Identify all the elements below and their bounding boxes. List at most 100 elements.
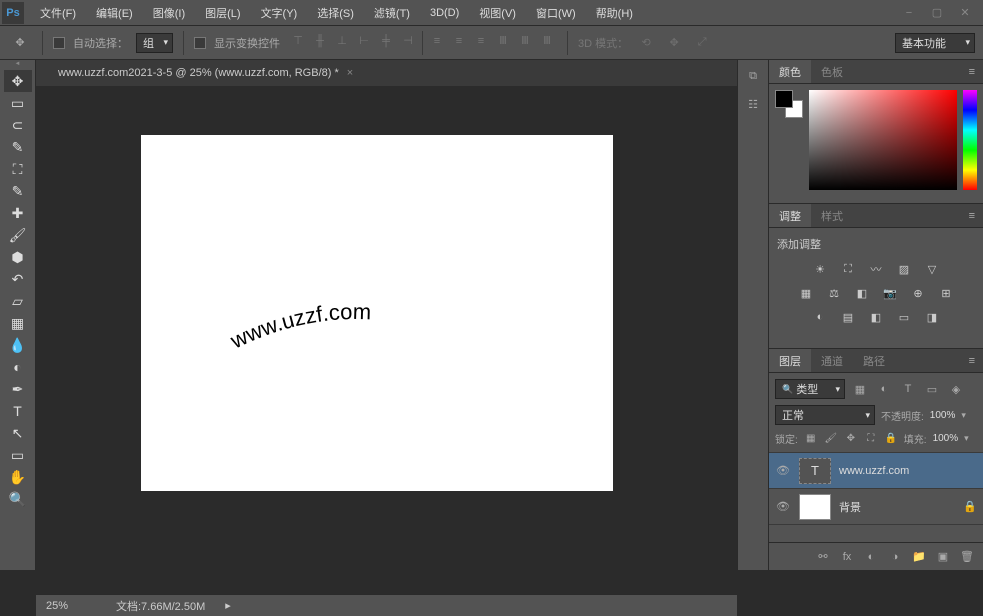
group-icon[interactable]: 📁	[911, 549, 927, 565]
menu-3d[interactable]: 3D(D)	[420, 0, 469, 25]
layer-item[interactable]: 👁 背景 🔒	[769, 489, 983, 525]
tab-adjustments[interactable]: 调整	[769, 204, 811, 227]
layer-thumbnail[interactable]: T	[799, 458, 831, 484]
adjustment-layer-icon[interactable]: ◑	[887, 549, 903, 565]
panel-menu-icon[interactable]: ≡	[961, 210, 983, 222]
tab-swatches[interactable]: 色板	[811, 60, 853, 83]
tab-color[interactable]: 颜色	[769, 60, 811, 83]
fill-value[interactable]: 100%	[933, 433, 959, 444]
color-field[interactable]	[809, 90, 957, 190]
menu-edit[interactable]: 编辑(E)	[86, 0, 143, 25]
auto-select-checkbox[interactable]	[53, 37, 65, 49]
filter-adjust-icon[interactable]: ◐	[875, 380, 893, 398]
filter-smart-icon[interactable]: ◈	[947, 380, 965, 398]
threshold-icon[interactable]: ◧	[867, 308, 885, 326]
layer-name[interactable]: 背景	[839, 499, 861, 515]
color-lookup-icon[interactable]: ⊞	[937, 284, 955, 302]
layer-filter-kind[interactable]: 类型	[775, 379, 845, 399]
distribute-bottom-icon[interactable]: ≡	[471, 31, 491, 51]
opacity-value[interactable]: 100%	[930, 410, 956, 421]
rectangle-tool[interactable]: ▭	[4, 444, 32, 466]
history-brush-tool[interactable]: ↶	[4, 268, 32, 290]
filter-pixel-icon[interactable]: ▦	[851, 380, 869, 398]
menu-type[interactable]: 文字(Y)	[251, 0, 308, 25]
distribute-hcenter-icon[interactable]: Ⅲ	[515, 31, 535, 51]
stamp-tool[interactable]: ⬢	[4, 246, 32, 268]
pan-3d-icon[interactable]: ✥	[664, 33, 684, 53]
minimize-button[interactable]: −	[901, 5, 917, 21]
move-tool[interactable]: ✥	[4, 70, 32, 92]
exposure-icon[interactable]: ▨	[895, 260, 913, 278]
menu-file[interactable]: 文件(F)	[30, 0, 86, 25]
filter-shape-icon[interactable]: ▭	[923, 380, 941, 398]
menu-help[interactable]: 帮助(H)	[586, 0, 643, 25]
blur-tool[interactable]: 💧	[4, 334, 32, 356]
selective-color-icon[interactable]: ◨	[923, 308, 941, 326]
levels-icon[interactable]: ⛶	[839, 260, 857, 278]
gradient-map-icon[interactable]: ▭	[895, 308, 913, 326]
blend-mode-select[interactable]: 正常	[775, 405, 875, 425]
document-info[interactable]: 文档:7.66M/2.50M	[116, 598, 205, 614]
brush-tool[interactable]: 🖌	[4, 224, 32, 246]
filter-type-icon[interactable]: T	[899, 380, 917, 398]
lock-all-icon[interactable]: 🔒	[884, 432, 898, 446]
distribute-right-icon[interactable]: Ⅲ	[537, 31, 557, 51]
menu-select[interactable]: 选择(S)	[307, 0, 364, 25]
photo-filter-icon[interactable]: 📷	[881, 284, 899, 302]
crop-tool[interactable]: ⛶	[4, 158, 32, 180]
distribute-left-icon[interactable]: Ⅲ	[493, 31, 513, 51]
history-panel-icon[interactable]: ⧉	[739, 64, 767, 88]
workspace-selector[interactable]: 基本功能	[895, 33, 975, 53]
document-tab[interactable]: www.uzzf.com2021-3-5 @ 25% (www.uzzf.com…	[46, 60, 365, 86]
new-layer-icon[interactable]: ▣	[935, 549, 951, 565]
layer-style-icon[interactable]: fx	[839, 549, 855, 565]
marquee-tool[interactable]: ▭	[4, 92, 32, 114]
layer-thumbnail[interactable]	[799, 494, 831, 520]
black-white-icon[interactable]: ◧	[853, 284, 871, 302]
close-button[interactable]: ✕	[957, 5, 973, 21]
align-left-icon[interactable]: ⊢	[354, 31, 374, 51]
foreground-color[interactable]	[775, 90, 793, 108]
close-tab-icon[interactable]: ×	[347, 67, 353, 79]
healing-tool[interactable]: ✚	[4, 202, 32, 224]
panel-menu-icon[interactable]: ≡	[961, 355, 983, 367]
align-bottom-icon[interactable]: ⊥	[332, 31, 352, 51]
align-top-icon[interactable]: ⊤	[288, 31, 308, 51]
color-balance-icon[interactable]: ⚖	[825, 284, 843, 302]
canvas[interactable]: www.uzzf.com	[141, 135, 613, 491]
menu-filter[interactable]: 滤镜(T)	[364, 0, 420, 25]
zoom-tool[interactable]: 🔍	[4, 488, 32, 510]
tab-paths[interactable]: 路径	[853, 349, 895, 372]
canvas-viewport[interactable]: www.uzzf.com	[36, 86, 737, 570]
link-layers-icon[interactable]: ⚯	[815, 549, 831, 565]
hue-slider[interactable]	[963, 90, 977, 190]
align-right-icon[interactable]: ⊣	[398, 31, 418, 51]
lock-pixels-icon[interactable]: 🖌	[824, 432, 838, 446]
delete-layer-icon[interactable]: 🗑	[959, 549, 975, 565]
toolbox-collapse[interactable]	[0, 60, 35, 68]
type-tool[interactable]: T	[4, 400, 32, 422]
posterize-icon[interactable]: ▤	[839, 308, 857, 326]
orbit-3d-icon[interactable]: ⟲	[636, 33, 656, 53]
show-transform-checkbox[interactable]	[194, 37, 206, 49]
visibility-toggle[interactable]: 👁	[775, 464, 791, 477]
quick-select-tool[interactable]: ✎	[4, 136, 32, 158]
layer-mask-icon[interactable]: ◐	[863, 549, 879, 565]
eyedropper-tool[interactable]: ✎	[4, 180, 32, 202]
zoom-level[interactable]: 25%	[46, 600, 96, 612]
info-disclosure-icon[interactable]: ▸	[225, 599, 231, 612]
lasso-tool[interactable]: ⊂	[4, 114, 32, 136]
align-vcenter-icon[interactable]: ╫	[310, 31, 330, 51]
menu-view[interactable]: 视图(V)	[469, 0, 526, 25]
hand-tool[interactable]: ✋	[4, 466, 32, 488]
visibility-toggle[interactable]: 👁	[775, 500, 791, 513]
menu-image[interactable]: 图像(I)	[143, 0, 195, 25]
auto-select-kind[interactable]: 组	[136, 33, 173, 53]
vibrance-icon[interactable]: ▽	[923, 260, 941, 278]
dodge-tool[interactable]: ◐	[4, 356, 32, 378]
gradient-tool[interactable]: ▦	[4, 312, 32, 334]
invert-icon[interactable]: ◐	[811, 308, 829, 326]
curves-icon[interactable]: 〰	[867, 260, 885, 278]
layer-item[interactable]: 👁 T www.uzzf.com	[769, 453, 983, 489]
distribute-vcenter-icon[interactable]: ≡	[449, 31, 469, 51]
